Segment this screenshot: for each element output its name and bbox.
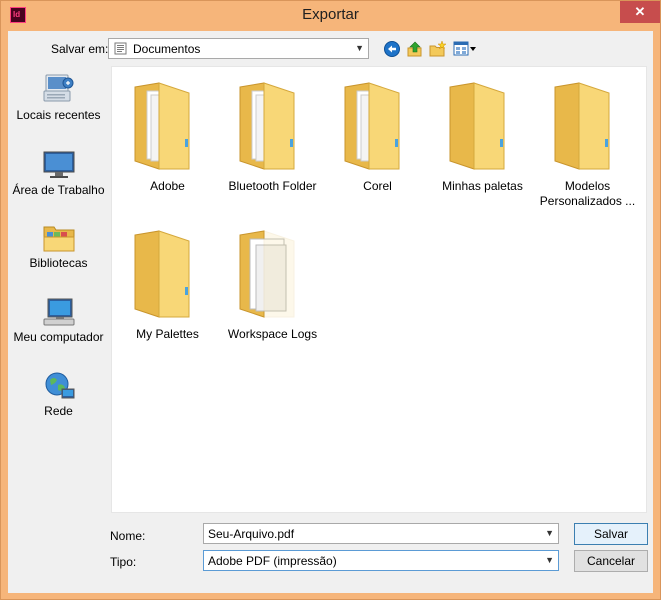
place-label: Rede — [44, 404, 73, 418]
file-list[interactable]: Adobe Bluetooth Folder Corel Minhas pale… — [111, 66, 647, 513]
place-label: Locais recentes — [16, 108, 101, 122]
folder-item[interactable]: Workspace Logs — [220, 221, 325, 342]
folder-icon — [449, 82, 504, 170]
file-type-label: Tipo: — [110, 555, 137, 569]
back-icon[interactable] — [383, 40, 401, 58]
place-network[interactable]: Rede — [9, 371, 108, 419]
folder-icon — [239, 82, 294, 170]
save-in-label: Salvar em: — [51, 42, 109, 56]
folder-item[interactable]: Corel — [325, 73, 430, 194]
computer-icon — [43, 298, 74, 326]
place-desktop[interactable]: Área de Trabalho — [9, 150, 108, 198]
dialog-body: Salvar em: Documentos ▼ Locais recentes … — [8, 31, 653, 593]
file-name: Adobe — [150, 179, 185, 193]
file-name-value: Seu-Arquivo.pdf — [208, 527, 295, 541]
place-label: Área de Trabalho — [12, 183, 105, 197]
chevron-down-icon: ▼ — [545, 555, 554, 565]
cancel-button[interactable]: Cancelar — [574, 550, 648, 572]
file-name-field[interactable]: Seu-Arquivo.pdf ▼ — [203, 523, 559, 544]
folder-item[interactable]: Minhas paletas — [430, 73, 535, 194]
folder-icon — [239, 230, 294, 318]
file-name-label: Nome: — [110, 529, 146, 543]
file-name: Minhas paletas — [442, 179, 523, 193]
file-name: Corel — [363, 179, 392, 193]
file-name: Workspace Logs — [227, 327, 318, 341]
folder-icon — [554, 82, 609, 170]
folder-item[interactable]: Modelos Personalizados ... — [535, 73, 640, 209]
chevron-down-icon: ▼ — [355, 43, 364, 53]
place-label: Bibliotecas — [29, 256, 88, 270]
location-value: Documentos — [133, 42, 201, 56]
desktop-icon — [43, 151, 74, 178]
view-menu-icon[interactable] — [453, 40, 477, 58]
title-bar[interactable]: Id Exportar ✕ — [1, 1, 660, 31]
folder-item[interactable]: My Palettes — [115, 221, 220, 342]
file-type-value: Adobe PDF (impressão) — [208, 554, 337, 568]
up-folder-icon[interactable] — [406, 40, 424, 58]
save-button[interactable]: Salvar — [574, 523, 648, 545]
new-folder-icon[interactable] — [429, 40, 447, 58]
place-label: Meu computador — [13, 330, 104, 344]
documents-icon — [114, 42, 127, 55]
places-bar: Locais recentes Área de Trabalho Bibliot… — [9, 65, 108, 543]
network-icon — [45, 372, 74, 399]
window-title: Exportar — [302, 6, 359, 23]
folder-icon — [134, 82, 189, 170]
place-libraries[interactable]: Bibliotecas — [9, 223, 108, 271]
folder-item[interactable]: Adobe — [115, 73, 220, 194]
file-name: Bluetooth Folder — [228, 179, 317, 193]
folder-icon — [344, 82, 399, 170]
folder-icon — [134, 230, 189, 318]
file-type-dropdown[interactable]: Adobe PDF (impressão) ▼ — [203, 550, 559, 571]
file-name: Modelos Personalizados ... — [539, 179, 636, 208]
export-dialog: Id Exportar ✕ Salvar em: Documentos ▼ Lo… — [0, 0, 661, 600]
chevron-down-icon[interactable]: ▼ — [545, 528, 554, 538]
recent-places-icon — [43, 74, 73, 102]
place-computer[interactable]: Meu computador — [9, 297, 108, 345]
location-dropdown[interactable]: Documentos ▼ — [108, 38, 369, 59]
place-recent[interactable]: Locais recentes — [9, 73, 108, 123]
libraries-icon — [43, 226, 74, 252]
close-button[interactable]: ✕ — [620, 1, 660, 23]
file-name: My Palettes — [136, 327, 199, 341]
folder-item[interactable]: Bluetooth Folder — [220, 73, 325, 194]
